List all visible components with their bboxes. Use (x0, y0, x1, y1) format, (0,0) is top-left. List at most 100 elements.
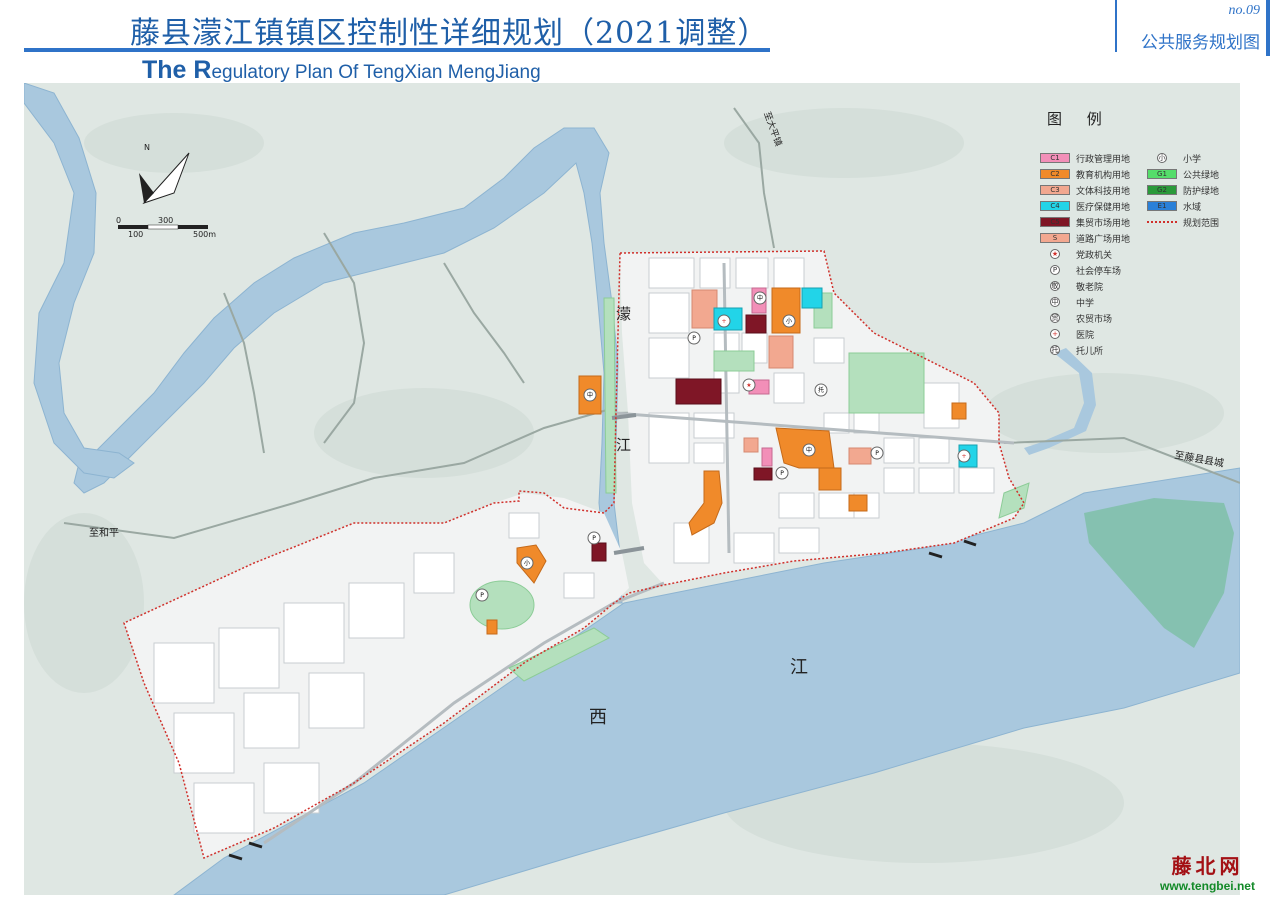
legend-label: 托儿所 (1076, 346, 1104, 357)
legend-symbol: 中 (1040, 297, 1070, 307)
svg-text:+: + (961, 453, 966, 460)
legend-item: 小 小学 (1147, 152, 1202, 165)
scale-tick-0: 0 (116, 216, 121, 225)
middle-school-symbol: 中 (753, 291, 767, 305)
svg-text:小: 小 (524, 559, 530, 567)
legend-symbol: + (1040, 329, 1070, 339)
sheet-edge-bar (1266, 0, 1270, 56)
legend-symbol: 托 (1040, 345, 1070, 355)
parking-symbol-3: P (587, 531, 601, 545)
legend-color-swatch: C3 (1040, 185, 1070, 195)
svg-text:+: + (721, 318, 726, 325)
svg-text:中: 中 (806, 446, 812, 454)
legend-label: 水域 (1183, 202, 1202, 213)
legend-item: C4 医疗保健用地 (1040, 200, 1131, 213)
legend-label: 敬老院 (1076, 282, 1104, 293)
svg-text:P: P (592, 535, 596, 542)
legend-item: 规划范围 (1147, 216, 1219, 229)
legend-symbol: 敬 (1040, 281, 1070, 291)
kindergarten-symbol: 托 (814, 383, 828, 397)
legend-symbol-icon: P (1050, 265, 1060, 275)
legend-label: 党政机关 (1076, 250, 1113, 261)
legend-label: 公共绿地 (1183, 170, 1220, 181)
svg-text:P: P (692, 335, 696, 342)
legend-label: 医疗保健用地 (1076, 202, 1131, 213)
legend-color-swatch: C4 (1040, 201, 1070, 211)
river-label-meng-1: 濛 (616, 305, 631, 323)
legend-symbol: P (1040, 265, 1070, 275)
middle-school-symbol-2: 中 (802, 443, 816, 457)
legend-symbol: 小 (1147, 153, 1177, 163)
legend-symbol-icon: 敬 (1050, 281, 1060, 291)
title-en-initial: The R (142, 56, 212, 84)
legend-item: C3 文体科技用地 (1040, 184, 1131, 197)
legend-color-swatch: C2 (1040, 169, 1070, 179)
legend-title: 图 例 (1047, 110, 1112, 128)
legend-label: 道路广场用地 (1076, 234, 1131, 245)
legend-item: S 道路广场用地 (1040, 232, 1131, 245)
legend-label: 小学 (1183, 154, 1202, 165)
hospital-symbol-2: + (957, 449, 971, 463)
scale-tick-500: 500m (193, 230, 216, 239)
legend-label: 文体科技用地 (1076, 186, 1131, 197)
parking-symbol-2: P (775, 466, 789, 480)
parking-symbol-5: P (870, 446, 884, 460)
legend-symbol-icon: 中 (1050, 297, 1060, 307)
sheet-divider (1115, 0, 1117, 52)
svg-text:P: P (480, 592, 484, 599)
north-label: N (144, 143, 150, 152)
svg-text:小: 小 (786, 317, 792, 325)
legend-item: + 医院 (1040, 328, 1095, 341)
legend-item: C2 教育机构用地 (1040, 168, 1131, 181)
legend-label: 社会停车场 (1076, 266, 1122, 277)
legend-item: E1 水域 (1147, 200, 1202, 213)
legend-symbol: ★ (1040, 249, 1070, 259)
legend-color-swatch: S (1040, 233, 1070, 243)
svg-text:托: 托 (818, 386, 824, 394)
legend-label: 行政管理用地 (1076, 154, 1131, 165)
legend-color-swatch: C5 (1040, 217, 1070, 227)
site-watermark: 藤北网 www.tengbei.net (1150, 850, 1265, 893)
legend-item: 中 中学 (1040, 296, 1094, 309)
legend-color-swatch: G2 (1147, 185, 1177, 195)
legend-color-swatch: E1 (1147, 201, 1177, 211)
middle-school-symbol-3: 中 (583, 388, 597, 402)
legend-item: P 社会停车场 (1040, 264, 1122, 277)
svg-text:中: 中 (757, 294, 763, 302)
primary-school-symbol: 小 (782, 314, 796, 328)
watermark-url: www.tengbei.net (1160, 879, 1255, 893)
legend-item: 敬 敬老院 (1040, 280, 1104, 293)
legend-color-swatch: C1 (1040, 153, 1070, 163)
svg-text:P: P (875, 450, 879, 457)
svg-text:中: 中 (587, 391, 593, 399)
sheet-name: 公共服务规划图 (1141, 33, 1260, 53)
parking-symbol-4: P (475, 588, 489, 602)
legend-boundary-swatch (1147, 221, 1177, 223)
title-en-rest: egulatory Plan Of TengXian MengJiang (211, 62, 541, 83)
legend-item: 贸 农贸市场 (1040, 312, 1113, 325)
legend-item: 托 托儿所 (1040, 344, 1104, 357)
road-label-heping: 至和平 (89, 527, 119, 539)
legend-label: 农贸市场 (1076, 314, 1113, 325)
watermark-logo-text: 藤北网 (1171, 854, 1244, 878)
legend-item: ★ 党政机关 (1040, 248, 1113, 261)
legend-symbol-icon: 小 (1157, 153, 1167, 163)
scale-tick-300: 300 (158, 216, 173, 225)
legend-item: C1 行政管理用地 (1040, 152, 1131, 165)
legend-item: G2 防护绿地 (1147, 184, 1219, 197)
legend-label: 集贸市场用地 (1076, 218, 1131, 229)
sheet-number: no.09 (1228, 3, 1261, 18)
legend-label: 教育机构用地 (1076, 170, 1131, 181)
map-title-chinese: 藤县濛江镇镇区控制性详细规划（2021调整） (130, 16, 769, 51)
legend-symbol-icon: ★ (1050, 249, 1060, 259)
legend-color-swatch: G1 (1147, 169, 1177, 179)
party-office-symbol: ★ (742, 378, 756, 392)
parking-symbol: P (687, 331, 701, 345)
legend-symbol-icon: 托 (1050, 345, 1060, 355)
legend-label: 医院 (1076, 330, 1095, 341)
svg-text:P: P (780, 470, 784, 477)
scale-tick-100: 100 (128, 230, 143, 239)
primary-school-symbol-2: 小 (520, 556, 534, 570)
river-label-meng-2: 江 (616, 436, 631, 454)
river-label-xi-2: 江 (790, 657, 808, 678)
